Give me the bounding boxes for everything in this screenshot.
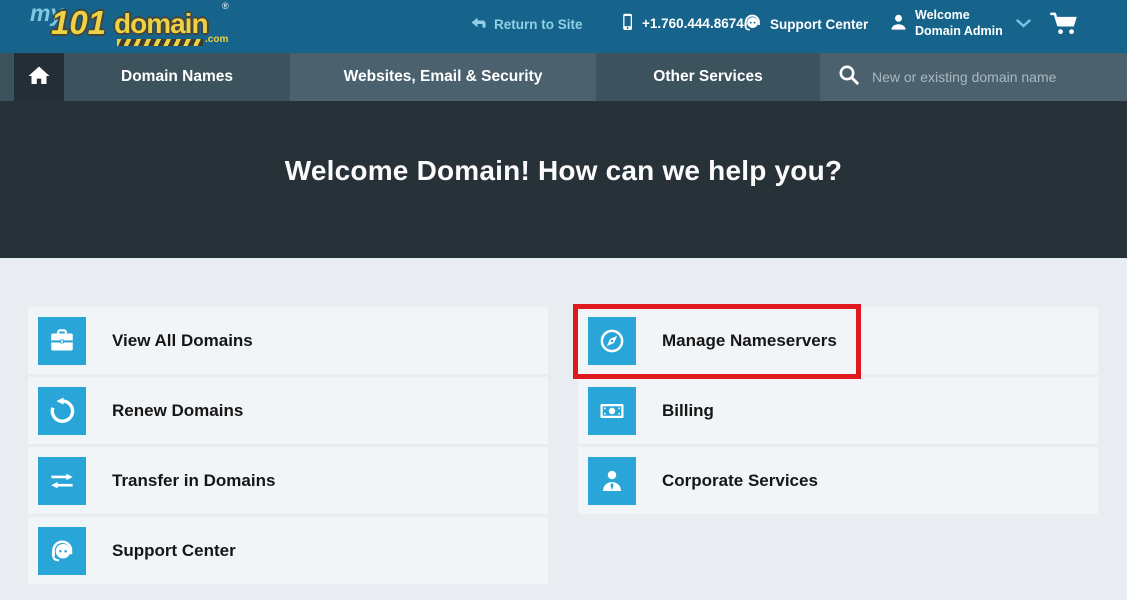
briefcase-icon (38, 317, 86, 365)
menu-item-label: Manage Nameservers (662, 331, 837, 351)
menu-item-label: Support Center (112, 541, 236, 561)
menu-item-corporate-services[interactable]: Corporate Services (578, 447, 1098, 514)
shopping-cart-icon (1049, 12, 1079, 39)
return-to-site-label: Return to Site (494, 17, 583, 32)
logo-text-domain: domain (114, 8, 208, 40)
phone-number: +1.760.444.8674 (642, 16, 744, 31)
menu-column-left: View All Domains Renew Domains Transfer … (28, 307, 548, 587)
account-menu[interactable]: Welcome Domain Admin (889, 8, 1031, 39)
menu-column-right: Manage Nameservers Billing Corporate Ser (578, 307, 1098, 517)
support-center-label: Support Center (770, 17, 868, 32)
headset-icon (38, 527, 86, 575)
return-to-site-link[interactable]: Return to Site (470, 15, 583, 33)
businessman-icon (588, 457, 636, 505)
welcome-user-text: Welcome Domain Admin (915, 8, 1003, 39)
registered-mark: ® (222, 1, 229, 11)
return-arrow-icon (470, 15, 487, 33)
mobile-phone-icon (620, 13, 635, 34)
search-icon (838, 64, 860, 91)
menu-item-renew-domains[interactable]: Renew Domains (28, 377, 548, 444)
chevron-down-icon (1016, 16, 1031, 31)
welcome-line1: Welcome (915, 8, 1003, 24)
menu-item-support-center[interactable]: Support Center (28, 517, 548, 584)
main-nav: Domain Names Websites, Email & Security … (0, 53, 1127, 101)
nav-tab-label: Domain Names (121, 68, 233, 86)
menu-item-label: Renew Domains (112, 401, 243, 421)
nav-tab-other-services[interactable]: Other Services (596, 53, 820, 101)
nav-tab-label: Websites, Email & Security (344, 68, 543, 86)
menu-item-label: Transfer in Domains (112, 471, 275, 491)
cart-button[interactable] (1049, 12, 1079, 39)
headset-icon (741, 12, 763, 36)
hero-title: Welcome Domain! How can we help you? (285, 155, 842, 187)
user-icon (889, 13, 908, 35)
welcome-line2: Domain Admin (915, 24, 1003, 40)
logo-stripes (117, 39, 203, 46)
hero-banner: Welcome Domain! How can we help you? (0, 101, 1127, 258)
home-icon (27, 64, 51, 91)
menu-item-transfer-in-domains[interactable]: Transfer in Domains (28, 447, 548, 514)
phone-link[interactable]: +1.760.444.8674 (620, 13, 744, 34)
nav-tab-domain-names[interactable]: Domain Names (64, 53, 290, 101)
menu-item-billing[interactable]: Billing (578, 377, 1098, 444)
banknote-icon (588, 387, 636, 435)
menu-item-label: Corporate Services (662, 471, 818, 491)
logo-text-101: 101 (51, 4, 106, 42)
compass-icon (588, 317, 636, 365)
transfer-icon (38, 457, 86, 505)
domain-search-area (820, 53, 1127, 101)
logo-text-com: .com (205, 34, 228, 45)
menu-item-label: Billing (662, 401, 714, 421)
support-center-link[interactable]: Support Center (741, 12, 868, 36)
menu-item-manage-nameservers[interactable]: Manage Nameservers (578, 307, 1098, 374)
domain-search-input[interactable] (870, 68, 1100, 86)
nav-home-tab[interactable] (14, 53, 64, 101)
nav-tab-label: Other Services (653, 68, 762, 86)
topbar: my 101 domain .com ® Return to Site +1.7… (0, 0, 1127, 53)
menu-item-label: View All Domains (112, 331, 253, 351)
menu-item-view-all-domains[interactable]: View All Domains (28, 307, 548, 374)
renew-icon (38, 387, 86, 435)
site-logo[interactable]: my 101 domain .com ® (28, 2, 238, 50)
nav-tab-websites-email-security[interactable]: Websites, Email & Security (290, 53, 596, 101)
